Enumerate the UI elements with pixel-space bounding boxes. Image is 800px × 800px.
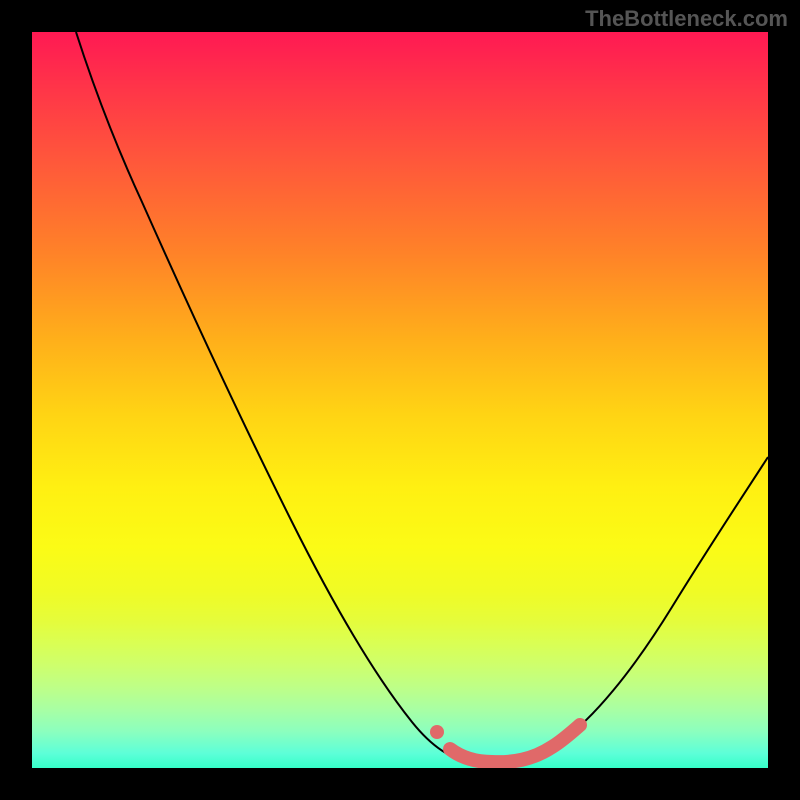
chart-container: TheBottleneck.com	[0, 0, 800, 800]
watermark-text: TheBottleneck.com	[585, 6, 788, 32]
highlight-dot	[430, 725, 444, 739]
plot-area	[32, 32, 768, 768]
highlighted-segment	[450, 725, 580, 762]
curve-main	[76, 32, 768, 762]
chart-svg	[32, 32, 768, 768]
